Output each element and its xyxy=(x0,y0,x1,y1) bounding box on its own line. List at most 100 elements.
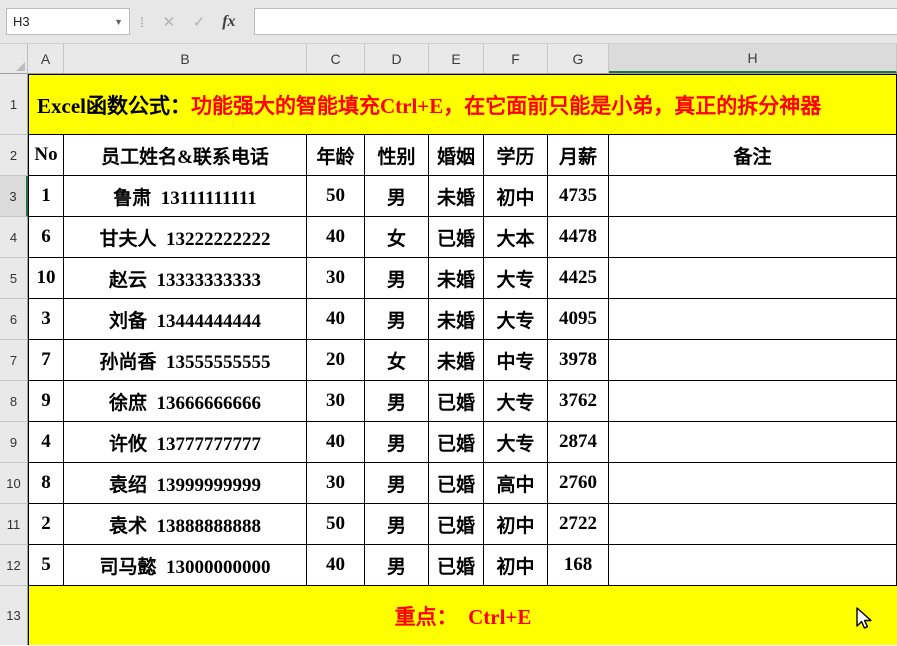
cell-G5[interactable]: 4425 xyxy=(548,258,609,299)
cell-C5[interactable]: 30 xyxy=(307,258,365,299)
cell-D12[interactable]: 男 xyxy=(365,545,429,586)
cell-C3[interactable]: 50 xyxy=(307,176,365,217)
cell-F7[interactable]: 中专 xyxy=(484,340,548,381)
chevron-down-icon[interactable]: ▼ xyxy=(114,17,123,27)
cell-F6[interactable]: 大专 xyxy=(484,299,548,340)
cell-F3[interactable]: 初中 xyxy=(484,176,548,217)
row-header-7[interactable]: 7 xyxy=(0,340,28,381)
cell-G6[interactable]: 4095 xyxy=(548,299,609,340)
cell-F12[interactable]: 初中 xyxy=(484,545,548,586)
cell-E4[interactable]: 已婚 xyxy=(429,217,484,258)
cell-A5[interactable]: 10 xyxy=(28,258,64,299)
row-header-5[interactable]: 5 xyxy=(0,258,28,299)
cell-E9[interactable]: 已婚 xyxy=(429,422,484,463)
cell-E5[interactable]: 未婚 xyxy=(429,258,484,299)
banner-cell[interactable]: Excel函数公式： 功能强大的智能填充Ctrl+E，在它面前只能是小弟，真正的… xyxy=(28,74,897,135)
cell-G7[interactable]: 3978 xyxy=(548,340,609,381)
cell-A7[interactable]: 7 xyxy=(28,340,64,381)
table-header-C[interactable]: 年龄 xyxy=(307,135,365,176)
cell-G3[interactable]: 4735 xyxy=(548,176,609,217)
cell-B8[interactable]: 徐庶 13666666666 xyxy=(64,381,307,422)
cell-C8[interactable]: 30 xyxy=(307,381,365,422)
cell-E11[interactable]: 已婚 xyxy=(429,504,484,545)
cell-C12[interactable]: 40 xyxy=(307,545,365,586)
cell-H3[interactable] xyxy=(609,176,897,217)
table-header-E[interactable]: 婚姻 xyxy=(429,135,484,176)
column-header-E[interactable]: E xyxy=(429,44,484,73)
column-header-A[interactable]: A xyxy=(28,44,64,73)
cell-E3[interactable]: 未婚 xyxy=(429,176,484,217)
cell-B4[interactable]: 甘夫人 13222222222 xyxy=(64,217,307,258)
cell-D5[interactable]: 男 xyxy=(365,258,429,299)
cell-B6[interactable]: 刘备 13444444444 xyxy=(64,299,307,340)
cell-C9[interactable]: 40 xyxy=(307,422,365,463)
cell-F8[interactable]: 大专 xyxy=(484,381,548,422)
cell-H7[interactable] xyxy=(609,340,897,381)
row-header-9[interactable]: 9 xyxy=(0,422,28,463)
name-box[interactable]: H3 ▼ xyxy=(6,8,130,35)
cell-H4[interactable] xyxy=(609,217,897,258)
cancel-icon[interactable]: ✕ xyxy=(154,8,184,35)
row-header-3[interactable]: 3 xyxy=(0,176,28,217)
cell-B9[interactable]: 许攸 13777777777 xyxy=(64,422,307,463)
row-header-2[interactable]: 2 xyxy=(0,135,28,176)
table-header-B[interactable]: 员工姓名&联系电话 xyxy=(64,135,307,176)
cell-D9[interactable]: 男 xyxy=(365,422,429,463)
table-header-G[interactable]: 月薪 xyxy=(548,135,609,176)
cell-C6[interactable]: 40 xyxy=(307,299,365,340)
cell-B7[interactable]: 孙尚香 13555555555 xyxy=(64,340,307,381)
row-header-12[interactable]: 12 xyxy=(0,545,28,586)
cell-D7[interactable]: 女 xyxy=(365,340,429,381)
cell-E12[interactable]: 已婚 xyxy=(429,545,484,586)
cell-C7[interactable]: 20 xyxy=(307,340,365,381)
cell-E8[interactable]: 已婚 xyxy=(429,381,484,422)
cell-A6[interactable]: 3 xyxy=(28,299,64,340)
cell-C4[interactable]: 40 xyxy=(307,217,365,258)
table-header-D[interactable]: 性别 xyxy=(365,135,429,176)
column-header-B[interactable]: B xyxy=(64,44,307,73)
cell-A3[interactable]: 1 xyxy=(28,176,64,217)
cell-F10[interactable]: 高中 xyxy=(484,463,548,504)
cell-D6[interactable]: 男 xyxy=(365,299,429,340)
cell-C11[interactable]: 50 xyxy=(307,504,365,545)
cell-A12[interactable]: 5 xyxy=(28,545,64,586)
cell-D3[interactable]: 男 xyxy=(365,176,429,217)
row-header-10[interactable]: 10 xyxy=(0,463,28,504)
cell-F4[interactable]: 大本 xyxy=(484,217,548,258)
cell-A10[interactable]: 8 xyxy=(28,463,64,504)
table-header-H[interactable]: 备注 xyxy=(609,135,897,176)
table-header-A[interactable]: No xyxy=(28,135,64,176)
cell-H12[interactable] xyxy=(609,545,897,586)
cell-G4[interactable]: 4478 xyxy=(548,217,609,258)
cell-B5[interactable]: 赵云 13333333333 xyxy=(64,258,307,299)
column-header-F[interactable]: F xyxy=(484,44,548,73)
cell-H11[interactable] xyxy=(609,504,897,545)
cell-A4[interactable]: 6 xyxy=(28,217,64,258)
column-header-C[interactable]: C xyxy=(307,44,365,73)
cell-E6[interactable]: 未婚 xyxy=(429,299,484,340)
cell-B11[interactable]: 袁术 13888888888 xyxy=(64,504,307,545)
cell-A11[interactable]: 2 xyxy=(28,504,64,545)
cell-B12[interactable]: 司马懿 13000000000 xyxy=(64,545,307,586)
cell-H9[interactable] xyxy=(609,422,897,463)
cell-H8[interactable] xyxy=(609,381,897,422)
table-header-F[interactable]: 学历 xyxy=(484,135,548,176)
cell-B10[interactable]: 袁绍 13999999999 xyxy=(64,463,307,504)
row-header-11[interactable]: 11 xyxy=(0,504,28,545)
column-header-H[interactable]: H xyxy=(609,44,897,73)
row-header-8[interactable]: 8 xyxy=(0,381,28,422)
cell-A9[interactable]: 4 xyxy=(28,422,64,463)
cell-D11[interactable]: 男 xyxy=(365,504,429,545)
footer-cell[interactable]: 重点： Ctrl+E xyxy=(28,586,897,645)
cell-F9[interactable]: 大专 xyxy=(484,422,548,463)
cell-E7[interactable]: 未婚 xyxy=(429,340,484,381)
formula-input[interactable] xyxy=(253,8,897,35)
select-all-corner[interactable] xyxy=(0,44,28,73)
cell-B3[interactable]: 鲁肃 13111111111 xyxy=(64,176,307,217)
cell-E10[interactable]: 已婚 xyxy=(429,463,484,504)
cell-G9[interactable]: 2874 xyxy=(548,422,609,463)
cell-A8[interactable]: 9 xyxy=(28,381,64,422)
cell-G12[interactable]: 168 xyxy=(548,545,609,586)
cell-C10[interactable]: 30 xyxy=(307,463,365,504)
cell-H10[interactable] xyxy=(609,463,897,504)
